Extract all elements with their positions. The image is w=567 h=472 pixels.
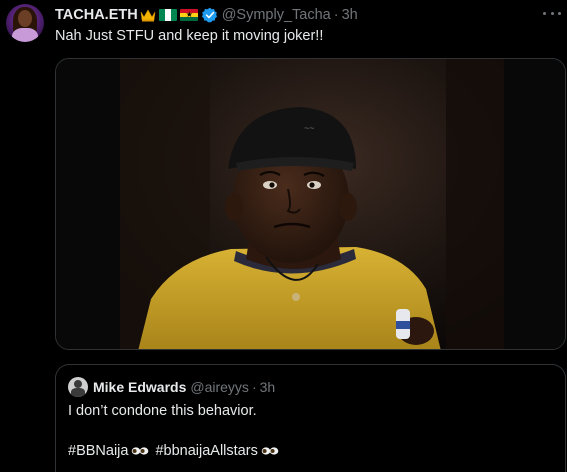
hashtag-link[interactable]: #BBNaija <box>68 443 128 459</box>
ghana-flag-icon: ★ <box>179 9 198 21</box>
tweet-timestamp[interactable]: 3h <box>342 7 358 23</box>
svg-text:~~: ~~ <box>304 123 315 133</box>
quoted-tweet[interactable]: Mike Edwards @aireyys · 3h I don’t condo… <box>55 364 566 472</box>
author-avatar[interactable] <box>6 4 44 42</box>
author-display-name[interactable]: TACHA.ETH <box>55 7 138 23</box>
eyes-emoji-icon <box>131 445 149 457</box>
hashtag-link[interactable]: #bbnaijaAllstars <box>155 443 257 459</box>
quoted-author-avatar[interactable] <box>68 377 88 397</box>
nigeria-flag-icon <box>158 9 177 21</box>
quoted-header-separator: · <box>251 379 257 395</box>
verified-badge-icon <box>201 7 218 23</box>
quoted-tweet-timestamp[interactable]: 3h <box>260 379 276 395</box>
quoted-author-handle[interactable]: @aireyys <box>190 379 249 395</box>
tweet-header: TACHA.ETH ★ @Symply_Tacha · 3h <box>55 5 358 25</box>
more-options-icon[interactable] <box>543 6 561 20</box>
tweet-media[interactable]: ~~ <box>55 58 566 350</box>
quoted-tweet-text: I don’t condone this behavior. <box>68 403 257 419</box>
header-separator: · <box>333 7 339 23</box>
eyes-emoji-icon <box>261 445 279 457</box>
quoted-tweet-header: Mike Edwards @aireyys · 3h <box>68 377 275 397</box>
quoted-author-display-name[interactable]: Mike Edwards <box>93 379 186 395</box>
tweet-text: Nah Just STFU and keep it moving joker!! <box>55 28 324 44</box>
author-handle[interactable]: @Symply_Tacha <box>222 7 331 23</box>
crown-emoji-icon <box>140 8 156 22</box>
quoted-tweet-hashtags: #BBNaija #bbnaijaAllstars <box>68 443 285 459</box>
